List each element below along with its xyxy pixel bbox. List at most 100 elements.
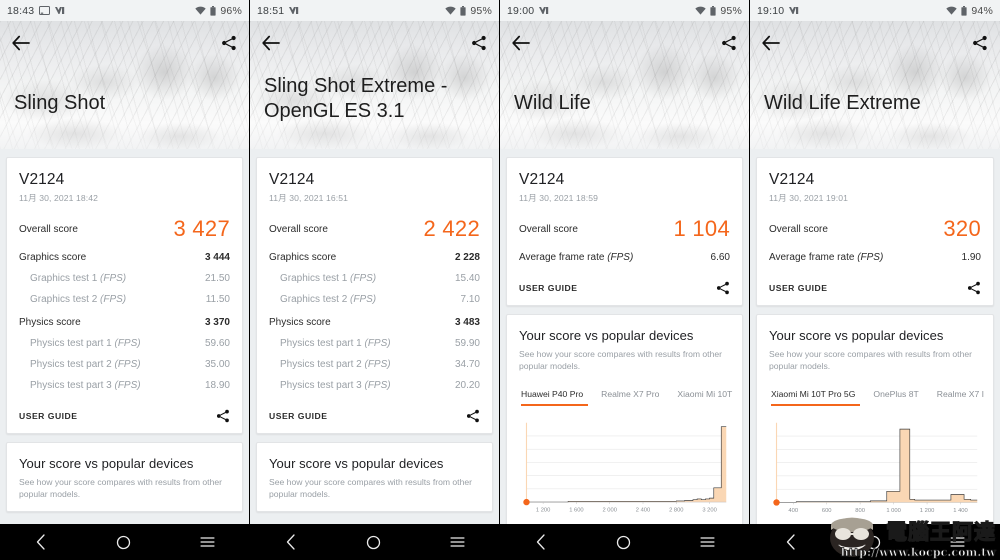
share-icon[interactable] xyxy=(216,409,230,423)
share-icon[interactable] xyxy=(972,35,988,51)
compare-title: Your score vs popular devices xyxy=(269,456,444,471)
user-guide-row[interactable]: USER GUIDE xyxy=(769,279,981,295)
compare-card: Your score vs popular devices See how yo… xyxy=(756,314,994,524)
user-guide-label[interactable]: USER GUIDE xyxy=(519,283,577,293)
overall-score-label: Overall score xyxy=(769,223,828,235)
back-arrow-icon[interactable] xyxy=(512,35,530,51)
share-icon[interactable] xyxy=(721,35,737,51)
nav-back-icon[interactable] xyxy=(535,534,547,550)
device-tab[interactable]: Realme X7 I xyxy=(928,384,993,406)
chart-tick-label: 600 xyxy=(822,508,832,514)
phone-screen-wild-life-extreme: 19:10 94% Wild Life Extreme V2124 11月 30… xyxy=(750,0,1000,560)
status-bar: 18:51 95% xyxy=(250,0,499,21)
score-row-value: 3 444 xyxy=(204,252,230,263)
user-guide-row[interactable]: USER GUIDE xyxy=(269,407,480,423)
nav-home-icon[interactable] xyxy=(116,535,131,550)
device-tab[interactable]: OnePlus 8T xyxy=(864,384,927,406)
back-arrow-icon[interactable] xyxy=(12,35,30,51)
back-arrow-icon[interactable] xyxy=(262,35,280,51)
compare-card: Your score vs popular devices See how yo… xyxy=(6,442,243,512)
score-row-label: Physics test part 1 (FPS) xyxy=(30,338,141,349)
score-row: Graphics test 1 (FPS) 21.50 xyxy=(19,273,230,284)
chart-svg: 400 600 800 1 000 1 200 1 400 xyxy=(773,422,978,514)
score-row: Physics test part 2 (FPS) 35.00 xyxy=(19,359,230,370)
user-guide-row[interactable]: USER GUIDE xyxy=(19,407,230,423)
share-icon[interactable] xyxy=(466,409,480,423)
nav-home-icon[interactable] xyxy=(616,535,631,550)
score-row-label: Graphics test 2 (FPS) xyxy=(30,294,127,305)
scroll-body[interactable]: V2124 11月 30, 2021 18:42 Overall score 3… xyxy=(0,149,249,524)
score-row-label: Physics test part 2 (FPS) xyxy=(30,359,141,370)
score-row-value: 18.90 xyxy=(204,380,230,391)
battery-icon xyxy=(210,5,216,16)
score-row-value: 59.60 xyxy=(204,338,230,349)
scroll-body[interactable]: V2124 11月 30, 2021 18:59 Overall score 1… xyxy=(500,149,749,524)
score-row-label: Physics test part 2 (FPS) xyxy=(280,359,391,370)
score-row: Average frame rate (FPS) 1.90 xyxy=(769,252,981,263)
scroll-body[interactable]: V2124 11月 30, 2021 16:51 Overall score 2… xyxy=(250,149,499,524)
status-time: 19:00 xyxy=(507,4,535,17)
device-tab[interactable]: Huawei P40 Pro xyxy=(519,384,592,406)
chart-tick-label: 1 600 xyxy=(569,507,583,513)
share-icon[interactable] xyxy=(967,281,981,295)
system-nav-bar xyxy=(750,524,1000,560)
status-time: 19:10 xyxy=(757,4,785,17)
nav-back-icon[interactable] xyxy=(785,534,797,550)
device-name: V2124 xyxy=(19,171,65,188)
status-bar: 18:43 96% xyxy=(0,0,249,21)
device-tab[interactable]: Xiaomi Mi 10T Pro 5G xyxy=(769,384,864,406)
overall-score-value: 1 104 xyxy=(673,216,730,241)
nav-recents-icon[interactable] xyxy=(450,536,465,548)
score-row: Graphics test 2 (FPS) 11.50 xyxy=(19,294,230,305)
score-row-label: Physics test part 1 (FPS) xyxy=(280,338,391,349)
share-icon[interactable] xyxy=(221,35,237,51)
result-date: 11月 30, 2021 16:51 xyxy=(269,193,349,203)
back-arrow-icon[interactable] xyxy=(762,35,780,51)
chart-svg: 1 200 1 600 2 000 2 400 2 800 3 200 xyxy=(523,422,727,513)
overall-score-value: 3 427 xyxy=(173,216,230,241)
nav-home-icon[interactable] xyxy=(866,535,881,550)
chart-tick-label: 1 200 xyxy=(920,508,935,514)
nav-recents-icon[interactable] xyxy=(950,536,965,548)
device-name: V2124 xyxy=(519,171,565,188)
dnd-icon xyxy=(289,6,299,15)
wifi-icon xyxy=(695,6,707,15)
score-row-value: 20.20 xyxy=(454,380,480,391)
share-icon[interactable] xyxy=(716,281,730,295)
chart-tick-label: 2 400 xyxy=(636,507,650,513)
device-tab[interactable]: Realme X7 Pro xyxy=(592,384,668,406)
compare-title: Your score vs popular devices xyxy=(519,328,694,343)
cast-icon xyxy=(39,6,51,15)
scroll-body[interactable]: V2124 11月 30, 2021 19:01 Overall score 3… xyxy=(750,149,1000,524)
device-tabs[interactable]: Huawei P40 Pro Realme X7 Pro Xiaomi Mi 10T xyxy=(519,384,732,406)
phone-screen-wild-life: 19:00 95% Wild Life V2124 11月 30, 2021 1… xyxy=(500,0,750,560)
device-tabs[interactable]: Xiaomi Mi 10T Pro 5G OnePlus 8T Realme X7 … xyxy=(769,384,984,406)
user-guide-label[interactable]: USER GUIDE xyxy=(19,411,77,421)
chart-tick-label: 400 xyxy=(788,508,798,514)
score-row-label: Average frame rate (FPS) xyxy=(519,252,634,263)
score-row: Graphics test 2 (FPS) 7.10 xyxy=(269,294,480,305)
share-icon[interactable] xyxy=(471,35,487,51)
nav-back-icon[interactable] xyxy=(35,534,47,550)
nav-recents-icon[interactable] xyxy=(700,536,715,548)
overall-score-value: 320 xyxy=(943,216,981,241)
chart-line xyxy=(526,426,727,503)
user-guide-label[interactable]: USER GUIDE xyxy=(269,411,327,421)
overall-score-row: Overall score 3 427 xyxy=(19,218,230,240)
compare-title: Your score vs popular devices xyxy=(769,328,944,343)
score-row: Physics test part 3 (FPS) 18.90 xyxy=(19,380,230,391)
user-guide-label[interactable]: USER GUIDE xyxy=(769,283,827,293)
score-row-value: 2 228 xyxy=(454,252,480,263)
score-row-value: 6.60 xyxy=(710,252,730,263)
nav-back-icon[interactable] xyxy=(285,534,297,550)
page-title: Sling Shot xyxy=(14,91,106,114)
device-tab[interactable]: Xiaomi Mi 10T xyxy=(668,384,741,406)
result-card: V2124 11月 30, 2021 19:01 Overall score 3… xyxy=(756,157,994,306)
nav-recents-icon[interactable] xyxy=(200,536,215,548)
dnd-icon xyxy=(789,6,799,15)
score-row: Physics test part 1 (FPS) 59.60 xyxy=(19,338,230,349)
user-guide-row[interactable]: USER GUIDE xyxy=(519,279,730,295)
score-row-label: Graphics test 1 (FPS) xyxy=(30,273,127,284)
nav-home-icon[interactable] xyxy=(366,535,381,550)
device-name: V2124 xyxy=(269,171,315,188)
